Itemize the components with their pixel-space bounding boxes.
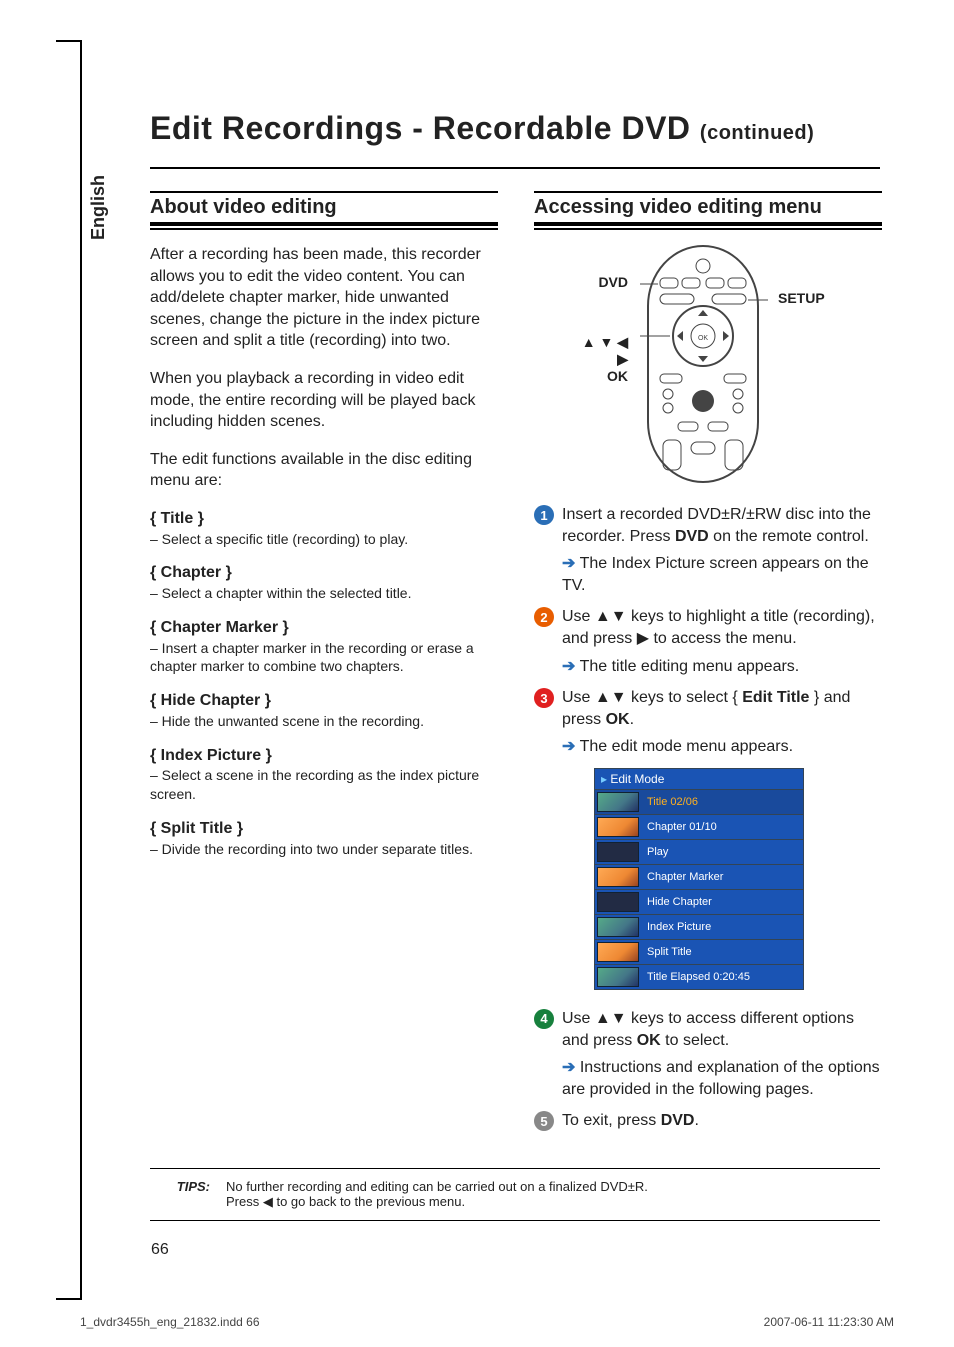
body-text: When you playback a recording in video e… <box>150 368 498 433</box>
step-text: Insert a recorded DVD±R/±RW disc into th… <box>562 504 882 547</box>
step-number-icon: 1 <box>534 505 554 525</box>
frame-corner <box>56 40 80 42</box>
arrow-icon: ➔ <box>562 1059 575 1076</box>
option-desc: – Select a chapter within the selected t… <box>150 584 498 603</box>
step-number-icon: 2 <box>534 607 554 627</box>
osd-row-label: Title 02/06 <box>641 794 803 810</box>
osd-row-label: Chapter 01/10 <box>641 819 803 835</box>
figure-label-setup: SETUP <box>778 290 848 306</box>
section-rule <box>150 228 498 230</box>
option-desc: – Divide the recording into two under se… <box>150 840 498 859</box>
body-text: The edit functions available in the disc… <box>150 449 498 492</box>
page-number: 66 <box>151 1241 880 1259</box>
result-text: ➔ Instructions and explanation of the op… <box>562 1057 882 1100</box>
option-desc: – Select a scene in the recording as the… <box>150 766 498 804</box>
frame-corner <box>56 1298 80 1300</box>
tips-text: Press ◀ to go back to the previous menu. <box>226 1194 648 1210</box>
option-desc: – Insert a chapter marker in the recordi… <box>150 639 498 677</box>
option-title: { Hide Chapter } <box>150 690 498 712</box>
section-heading-right: Accessing video editing menu <box>534 191 882 226</box>
osd-row-label: Play <box>641 844 803 860</box>
osd-row-label: Title Elapsed 0:20:45 <box>641 969 803 985</box>
svg-text:OK: OK <box>698 335 708 342</box>
title-rule <box>150 167 880 169</box>
title-continued: (continued) <box>700 122 814 144</box>
step-text: Use ▲▼ keys to highlight a title (record… <box>562 606 882 649</box>
right-column: Accessing video editing menu DVD ▲ ▼ ◀ ▶… <box>534 191 882 1138</box>
option-title: { Chapter Marker } <box>150 617 498 639</box>
step-number-icon: 3 <box>534 688 554 708</box>
section-heading-left: About video editing <box>150 191 498 226</box>
option-title: { Title } <box>150 508 498 530</box>
footer-right: 2007-06-11 11:23:30 AM <box>764 1315 894 1329</box>
arrow-icon: ➔ <box>562 658 575 675</box>
page-title: Edit Recordings - Recordable DVD (contin… <box>150 110 880 147</box>
title-main: Edit Recordings - Recordable DVD <box>150 110 700 146</box>
step-text: Use ▲▼ keys to select { Edit Title } and… <box>562 687 882 730</box>
result-text: ➔ The Index Picture screen appears on th… <box>562 553 882 596</box>
figure-label-nav: ▲ ▼ ◀ ▶ OK <box>568 334 628 384</box>
footer-left: 1_dvdr3455h_eng_21832.indd 66 <box>80 1315 260 1329</box>
option-desc: – Select a specific title (recording) to… <box>150 530 498 549</box>
section-rule <box>534 228 882 230</box>
osd-row-label: Chapter Marker <box>641 869 803 885</box>
body-text: After a recording has been made, this re… <box>150 244 498 352</box>
frame-left-rule <box>80 40 82 1300</box>
figure-label-dvd: DVD <box>568 274 628 290</box>
osd-row-label: Index Picture <box>641 919 803 935</box>
left-column: About video editing After a recording ha… <box>150 191 498 1138</box>
option-desc: – Hide the unwanted scene in the recordi… <box>150 712 498 731</box>
osd-menu: ▸ Edit Mode Title 02/06 Chapter 01/10 Pl… <box>594 768 804 990</box>
option-title: { Chapter } <box>150 562 498 584</box>
language-tab: English <box>88 175 109 240</box>
option-title: { Index Picture } <box>150 745 498 767</box>
arrow-icon: ➔ <box>562 555 575 572</box>
step-number-icon: 5 <box>534 1111 554 1131</box>
result-text: ➔ The edit mode menu appears. <box>562 736 882 758</box>
tips-box: TIPS: No further recording and editing c… <box>150 1168 880 1221</box>
step-number-icon: 4 <box>534 1009 554 1029</box>
remote-control-icon: OK <box>638 244 768 484</box>
arrow-icon: ➔ <box>562 738 575 755</box>
tips-text: No further recording and editing can be … <box>226 1179 648 1194</box>
result-text: ➔ The title editing menu appears. <box>562 656 882 678</box>
option-title: { Split Title } <box>150 818 498 840</box>
tips-label: TIPS: <box>150 1179 210 1210</box>
step-text: Use ▲▼ keys to access different options … <box>562 1008 882 1051</box>
osd-row-label: Split Title <box>641 944 803 960</box>
remote-figure: DVD ▲ ▼ ◀ ▶ OK OK <box>568 244 848 484</box>
osd-row-label: Hide Chapter <box>641 894 803 910</box>
step-text: To exit, press DVD. <box>562 1110 882 1132</box>
osd-title: ▸ Edit Mode <box>595 769 803 789</box>
